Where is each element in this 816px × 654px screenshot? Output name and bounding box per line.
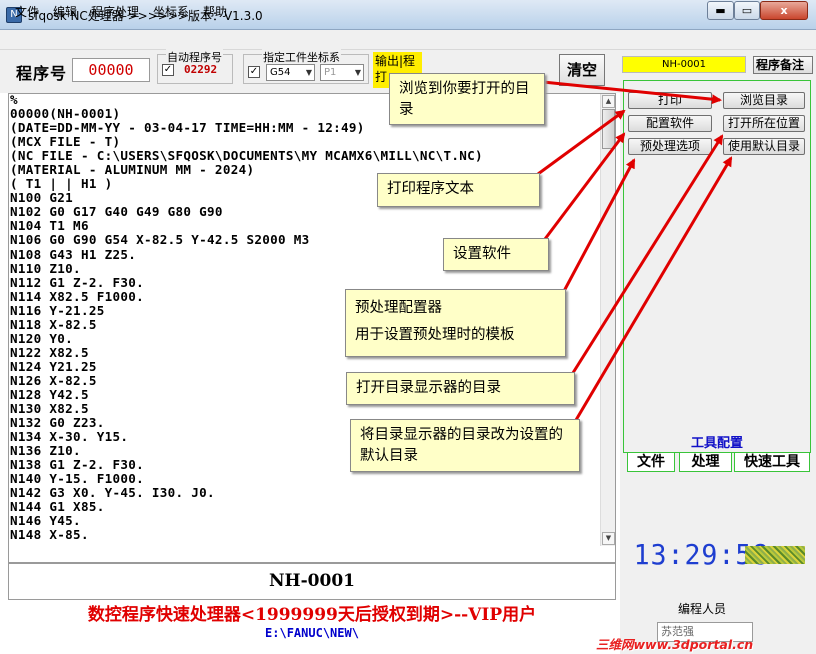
menu-edit[interactable]: 编辑 xyxy=(53,3,77,20)
tool-config-group xyxy=(623,80,811,453)
code-line: N144 G1 X85. xyxy=(10,499,105,515)
scroll-down-icon[interactable]: ▼ xyxy=(602,532,615,545)
minimize-button[interactable]: ▬ xyxy=(707,1,734,20)
coord-title: 指定工件坐标系 xyxy=(262,49,341,65)
status-path: E:\FANUC\NEW\ xyxy=(265,626,359,640)
menu-program-process[interactable]: 程序处理 xyxy=(91,3,139,20)
menu-file[interactable]: 文件 xyxy=(15,3,39,20)
tab-process[interactable]: 处理 xyxy=(679,452,732,472)
code-line: N146 Y45. xyxy=(10,513,81,529)
auto-program-checkbox[interactable]: ✓ xyxy=(162,64,174,76)
editor-scrollbar[interactable]: ▲ ▼ xyxy=(600,94,615,546)
open-location-button[interactable]: 打开所在位置 xyxy=(723,115,805,132)
annotation-preprocess: 预处理配置器 用于设置预处理时的模板 xyxy=(345,289,566,357)
auto-program-value: 02292 xyxy=(184,63,218,76)
clear-button[interactable]: 清空 xyxy=(559,54,605,86)
annotation-default-directory: 将目录显示器的目录改为设置的默认目录 xyxy=(350,419,580,472)
program-number-input[interactable]: 00000 xyxy=(72,58,150,82)
annotation-preprocess-desc: 用于设置预处理时的模板 xyxy=(355,327,515,343)
code-line: N142 G3 X0. Y-45. I30. J0. xyxy=(10,485,215,501)
program-number-label: 程序号 xyxy=(16,64,68,83)
print-button[interactable]: 打印 xyxy=(628,92,712,109)
coord-secondary-select[interactable]: P1 ▼ xyxy=(320,64,364,81)
code-line: N148 X-85. xyxy=(10,527,89,543)
annotation-open-location: 打开目录显示器的目录 xyxy=(346,372,575,405)
preprocess-options-button[interactable]: 预处理选项 xyxy=(628,138,712,155)
chevron-down-icon: ▼ xyxy=(354,68,361,77)
scroll-up-icon[interactable]: ▲ xyxy=(602,95,615,108)
maximize-button[interactable]: ▭ xyxy=(734,1,760,20)
menu-help[interactable]: 帮助 xyxy=(203,3,227,20)
code-line: (MCX FILE - T) xyxy=(10,134,121,150)
program-note-button[interactable]: 程序备注 xyxy=(753,56,813,74)
code-line: (NC FILE - C:\USERS\SFQOSK\DOCUMENTS\MY … xyxy=(10,148,483,164)
watermark: 三维网www.3dportal.cn xyxy=(596,637,754,652)
code-line: N140 Y-15. F1000. xyxy=(10,471,144,487)
settings-button[interactable]: 配置软件 xyxy=(628,115,712,132)
default-directory-button[interactable]: 使用默认目录 xyxy=(723,138,805,155)
browse-directory-button[interactable]: 浏览目录 xyxy=(723,92,805,109)
coord-secondary-value: P1 xyxy=(324,67,337,78)
coord-select-value: G54 xyxy=(270,67,291,78)
close-button[interactable]: x xyxy=(760,1,808,20)
activity-indicator xyxy=(745,546,805,564)
coord-checkbox[interactable]: ✓ xyxy=(248,66,260,78)
menu-bar xyxy=(0,30,816,50)
status-banner: 数控程序快速处理器<1999999天后授权到期>--VIP用户 xyxy=(87,605,537,625)
tool-config-label: 工具配置 xyxy=(690,436,743,451)
programmer-label: 编程人员 xyxy=(678,602,727,616)
annotation-settings: 设置软件 xyxy=(443,238,549,271)
code-line: N112 G1 Z-2. F30. xyxy=(10,274,144,290)
tab-file[interactable]: 文件 xyxy=(627,452,675,472)
annotation-preprocess-title: 预处理配置器 xyxy=(355,300,442,316)
program-name-display: NH-0001 xyxy=(269,571,355,591)
code-line: N102 G0 G17 G40 G49 G80 G90 xyxy=(10,204,223,220)
annotation-browse: 浏览到你要打开的目录 xyxy=(389,73,545,125)
menu-coordinate[interactable]: 坐标系 xyxy=(153,3,189,20)
program-id-box: NH-0001 xyxy=(622,56,746,73)
scroll-thumb[interactable] xyxy=(602,109,615,149)
coord-select[interactable]: G54 ▼ xyxy=(266,64,315,81)
code-line: N104 T1 M6 xyxy=(10,218,89,234)
chevron-down-icon: ▼ xyxy=(305,68,312,77)
tab-quick-tools[interactable]: 快速工具 xyxy=(734,452,810,472)
annotation-print: 打印程序文本 xyxy=(377,173,540,207)
